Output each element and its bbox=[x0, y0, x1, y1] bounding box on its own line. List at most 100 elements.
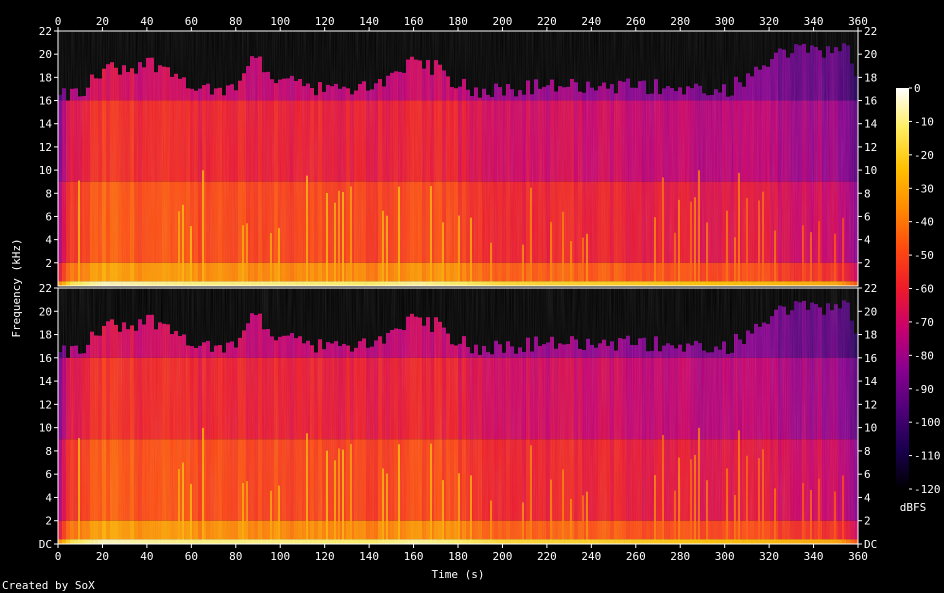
colorbar-tick-label: -110 bbox=[914, 450, 941, 463]
x-tick-label-top: 120 bbox=[315, 15, 335, 28]
colorbar-gradient bbox=[896, 88, 909, 489]
x-tick-label-top: 220 bbox=[537, 15, 557, 28]
x-tick-label-bottom: 60 bbox=[185, 550, 198, 563]
x-tick-label-top: 0 bbox=[55, 15, 62, 28]
y-tick-label-left: 16 bbox=[39, 352, 52, 365]
y-tick-label-right: 12 bbox=[864, 141, 877, 154]
x-tick-label-bottom: 120 bbox=[315, 550, 335, 563]
colorbar-tick-label: -120 bbox=[914, 483, 941, 496]
y-tick-label-left: 22 bbox=[39, 25, 52, 38]
x-tick-label-bottom: 300 bbox=[715, 550, 735, 563]
y-tick-label-right: 4 bbox=[864, 491, 871, 504]
y-tick-label-right: 14 bbox=[864, 118, 878, 131]
y-tick-label-right: 12 bbox=[864, 398, 877, 411]
x-tick-label-top: 260 bbox=[626, 15, 646, 28]
y-axis-label: Frequency (kHz) bbox=[10, 238, 23, 337]
y-tick-label-left: 4 bbox=[45, 491, 52, 504]
y-tick-label-right: 20 bbox=[864, 305, 877, 318]
colorbar-label: dBFS bbox=[900, 501, 927, 514]
y-tick-label-right: 22 bbox=[864, 25, 877, 38]
x-tick-label-top: 140 bbox=[359, 15, 379, 28]
x-tick-label-top: 320 bbox=[759, 15, 779, 28]
y-tick-label-left: 18 bbox=[39, 329, 52, 342]
x-tick-label-bottom: 340 bbox=[804, 550, 824, 563]
x-tick-label-bottom: 40 bbox=[140, 550, 153, 563]
colorbar-tick-label: -40 bbox=[914, 216, 934, 229]
y-tick-label-left: 22 bbox=[39, 282, 52, 295]
y-tick-label-right: 6 bbox=[864, 210, 871, 223]
footer-credit: Created by SoX bbox=[2, 579, 95, 592]
x-tick-label-top: 40 bbox=[140, 15, 153, 28]
x-tick-label-bottom: 280 bbox=[670, 550, 690, 563]
y-tick-label-left: 8 bbox=[45, 187, 52, 200]
x-tick-label-bottom: 260 bbox=[626, 550, 646, 563]
panel-texture bbox=[58, 31, 858, 286]
x-tick-label-bottom: 180 bbox=[448, 550, 468, 563]
y-tick-label-right: 18 bbox=[864, 71, 877, 84]
y-tick-label-right: 2 bbox=[864, 257, 871, 270]
y-tick-label-left: 18 bbox=[39, 71, 52, 84]
x-axis-label: Time (s) bbox=[432, 568, 485, 581]
x-tick-label-bottom: 0 bbox=[55, 550, 62, 563]
y-tick-label-right: 20 bbox=[864, 48, 877, 61]
y-tick-label-left: 20 bbox=[39, 305, 52, 318]
x-tick-label-top: 160 bbox=[404, 15, 424, 28]
colorbar-tick-label: 0 bbox=[914, 82, 921, 95]
y-tick-label-right: 16 bbox=[864, 95, 877, 108]
y-tick-label-left: 10 bbox=[39, 164, 52, 177]
y-tick-label-left: 20 bbox=[39, 48, 52, 61]
y-tick-label-left: 10 bbox=[39, 422, 52, 435]
y-tick-label-left: 12 bbox=[39, 141, 52, 154]
y-tick-label-left: 2 bbox=[45, 515, 52, 528]
panel-texture bbox=[58, 288, 858, 544]
x-tick-label-top: 60 bbox=[185, 15, 198, 28]
x-tick-label-bottom: 320 bbox=[759, 550, 779, 563]
channel-panel-2 bbox=[57, 287, 859, 545]
y-tick-label-right: 16 bbox=[864, 352, 877, 365]
x-tick-label-top: 80 bbox=[229, 15, 242, 28]
y-tick-label-right: 10 bbox=[864, 164, 877, 177]
y-tick-label-right: 10 bbox=[864, 422, 877, 435]
x-tick-label-bottom: 80 bbox=[229, 550, 242, 563]
x-tick-label-top: 240 bbox=[581, 15, 601, 28]
x-tick-label-bottom: 140 bbox=[359, 550, 379, 563]
y-tick-label-left: 12 bbox=[39, 398, 52, 411]
y-tick-label-right: 22 bbox=[864, 282, 877, 295]
y-tick-label-right: 2 bbox=[864, 515, 871, 528]
y-tick-label-right: 18 bbox=[864, 329, 877, 342]
x-tick-label-top: 280 bbox=[670, 15, 690, 28]
colorbar-tick-label: -90 bbox=[914, 383, 934, 396]
colorbar-tick-label: -10 bbox=[914, 115, 934, 128]
y-tick-label-left: 14 bbox=[39, 375, 53, 388]
x-tick-label-bottom: 360 bbox=[848, 550, 868, 563]
y-tick-label-right: 8 bbox=[864, 445, 871, 458]
x-tick-label-bottom: 160 bbox=[404, 550, 424, 563]
colorbar-tick-label: -70 bbox=[914, 316, 934, 329]
y-tick-label-left: 8 bbox=[45, 445, 52, 458]
y-tick-label-left: 4 bbox=[45, 234, 52, 247]
y-tick-label-right: 4 bbox=[864, 234, 871, 247]
y-tick-label-right: 6 bbox=[864, 468, 871, 481]
y-tick-label-left: 16 bbox=[39, 95, 52, 108]
x-tick-label-bottom: 240 bbox=[581, 550, 601, 563]
y-tick-label-right: 14 bbox=[864, 375, 878, 388]
colorbar-tick-label: -50 bbox=[914, 249, 934, 262]
x-tick-label-top: 200 bbox=[493, 15, 513, 28]
y-tick-label-right: DC bbox=[864, 538, 877, 551]
spectrogram-chart: 0020204040606080801001001201201401401601… bbox=[10, 15, 941, 581]
y-tick-label-left: 6 bbox=[45, 210, 52, 223]
y-tick-label-right: 8 bbox=[864, 187, 871, 200]
y-tick-label-left: 14 bbox=[39, 118, 53, 131]
x-tick-label-bottom: 200 bbox=[493, 550, 513, 563]
colorbar-tick-label: -30 bbox=[914, 182, 934, 195]
x-tick-label-top: 180 bbox=[448, 15, 468, 28]
y-tick-label-left: 2 bbox=[45, 257, 52, 270]
x-tick-label-bottom: 100 bbox=[270, 550, 290, 563]
x-tick-label-top: 300 bbox=[715, 15, 735, 28]
colorbar-tick-label: -100 bbox=[914, 416, 941, 429]
y-tick-label-left: 6 bbox=[45, 468, 52, 481]
colorbar-tick-label: -20 bbox=[914, 149, 934, 162]
x-tick-label-bottom: 220 bbox=[537, 550, 557, 563]
x-tick-label-bottom: 20 bbox=[96, 550, 109, 563]
x-tick-label-top: 100 bbox=[270, 15, 290, 28]
